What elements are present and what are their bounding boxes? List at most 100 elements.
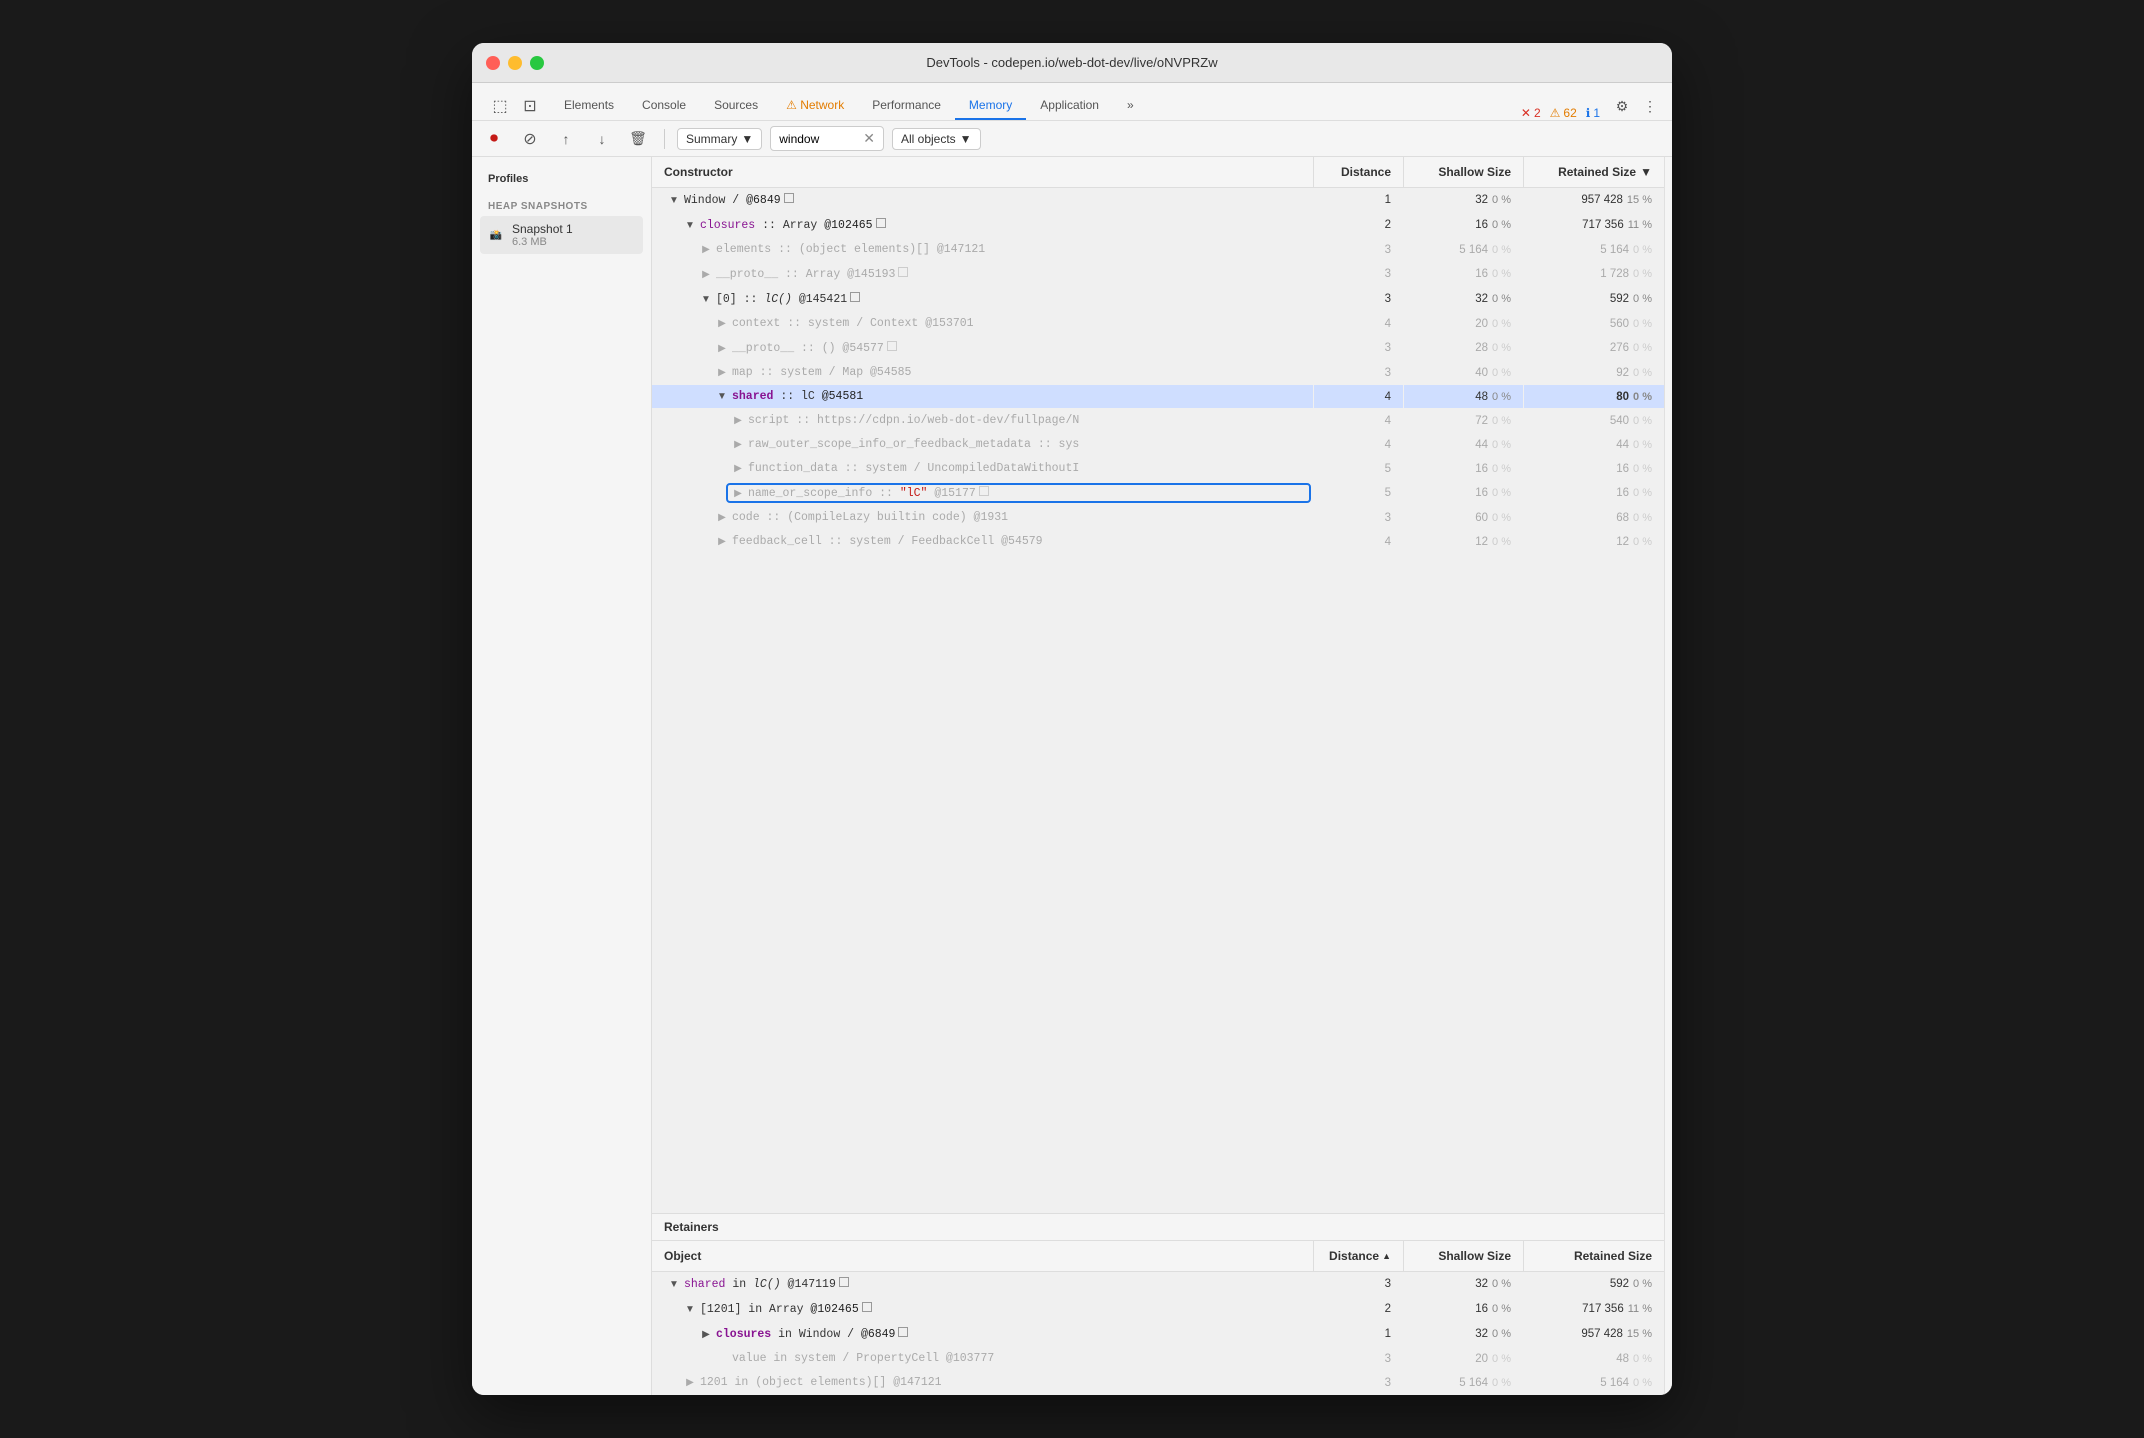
summary-dropdown[interactable]: Summary ▼: [677, 128, 762, 150]
expand-icon[interactable]: ▶: [732, 415, 744, 427]
expand-icon[interactable]: ▼: [668, 1278, 680, 1290]
td-distance: 4: [1314, 409, 1404, 432]
collect-garbage-button[interactable]: 🗑: [624, 125, 652, 153]
table-row-outlined[interactable]: ▶ name_or_scope_info :: "lC" @15177 5 16…: [652, 481, 1664, 506]
minimize-button[interactable]: [508, 56, 522, 70]
tab-application[interactable]: Application: [1026, 92, 1113, 120]
expand-icon[interactable]: ▼: [668, 194, 680, 206]
devtools-window: DevTools - codepen.io/web-dot-dev/live/o…: [472, 43, 1672, 1395]
main-panel: Constructor Distance Shallow Size Retain…: [652, 157, 1664, 1395]
heap-snapshots-title: HEAP SNAPSHOTS: [480, 197, 643, 216]
constructor-table-body[interactable]: ▼ Window / @6849 1 320 % 957 42815 %: [652, 188, 1664, 1213]
expand-icon[interactable]: ▶: [700, 268, 712, 280]
error-x-icon: ✕: [1521, 106, 1531, 120]
table-row[interactable]: ▶ code :: (CompileLazy builtin code) @19…: [652, 506, 1664, 530]
td-constructor: ▶ code :: (CompileLazy builtin code) @19…: [652, 506, 1314, 529]
td-shallow: 120 %: [1404, 530, 1524, 553]
table-row[interactable]: ▶ elements :: (object elements)[] @14712…: [652, 238, 1664, 262]
objects-label: All objects: [901, 132, 956, 146]
table-row[interactable]: ▶ context :: system / Context @153701 4 …: [652, 312, 1664, 336]
td-retained: 5920 %: [1524, 1272, 1664, 1296]
expand-icon[interactable]: ▶: [732, 463, 744, 475]
td-shallow: 440 %: [1404, 433, 1524, 456]
table-row[interactable]: ▼ closures :: Array @102465 2 160 % 717 …: [652, 213, 1664, 238]
clear-button[interactable]: ⊘: [516, 125, 544, 153]
table-row[interactable]: ▶ function_data :: system / UncompiledDa…: [652, 457, 1664, 481]
td-distance: 2: [1314, 213, 1404, 237]
objects-dropdown[interactable]: All objects ▼: [892, 128, 981, 150]
td-retained: 2760 %: [1524, 336, 1664, 360]
inspect-icon[interactable]: ⬚: [486, 92, 514, 120]
close-button[interactable]: [486, 56, 500, 70]
table-row[interactable]: ▶ raw_outer_scope_info_or_feedback_metad…: [652, 433, 1664, 457]
main-content: Profiles HEAP SNAPSHOTS 📸 Snapshot 1 6.3…: [472, 157, 1672, 1395]
expand-icon[interactable]: ▶: [684, 1377, 696, 1389]
box-icon: [979, 486, 989, 496]
filter-input[interactable]: [779, 132, 859, 146]
load-button[interactable]: ↓: [588, 125, 616, 153]
maximize-button[interactable]: [530, 56, 544, 70]
table-row[interactable]: ▶ __proto__ :: Array @145193 3 160 % 1 7…: [652, 262, 1664, 287]
td-object: ▼ shared in lC() @147119: [652, 1272, 1314, 1296]
tab-memory[interactable]: Memory: [955, 92, 1026, 120]
td-distance: 4: [1314, 433, 1404, 456]
tab-sources[interactable]: Sources: [700, 92, 772, 120]
expand-icon[interactable]: ▶: [716, 512, 728, 524]
th-distance: Distance: [1314, 157, 1404, 187]
table-row[interactable]: ▶ script :: https://cdpn.io/web-dot-dev/…: [652, 409, 1664, 433]
table-row[interactable]: ▼ Window / @6849 1 320 % 957 42815 %: [652, 188, 1664, 213]
td-constructor: ▶ function_data :: system / UncompiledDa…: [652, 457, 1314, 480]
td-shallow: 320 %: [1404, 188, 1524, 212]
tab-network[interactable]: ⚠ Network: [772, 92, 858, 120]
expand-icon[interactable]: ▶: [716, 367, 728, 379]
table-row[interactable]: ▶ closures in Window / @6849 1 320 % 957…: [652, 1322, 1664, 1347]
td-constructor: ▶ map :: system / Map @54585: [652, 361, 1314, 384]
tab-elements[interactable]: Elements: [550, 92, 628, 120]
scrollbar[interactable]: [1664, 157, 1672, 1395]
device-icon[interactable]: ⊡: [516, 92, 544, 120]
expand-icon[interactable]: ▶: [732, 487, 744, 499]
td-distance: 3: [1314, 238, 1404, 261]
expand-icon[interactable]: ▶: [716, 318, 728, 330]
settings-icon[interactable]: ⚙: [1608, 92, 1636, 120]
tab-console[interactable]: Console: [628, 92, 700, 120]
snapshot1-label: Snapshot 1: [512, 222, 573, 236]
expand-icon[interactable]: ▼: [684, 219, 696, 231]
table-row[interactable]: ▶ feedback_cell :: system / FeedbackCell…: [652, 530, 1664, 554]
snapshot1-item[interactable]: 📸 Snapshot 1 6.3 MB: [480, 216, 643, 254]
td-distance: 1: [1314, 188, 1404, 212]
titlebar: DevTools - codepen.io/web-dot-dev/live/o…: [472, 43, 1672, 83]
retainers-table-body[interactable]: ▼ shared in lC() @147119 3 320 % 5920 %: [652, 1272, 1664, 1395]
take-snapshot-button[interactable]: ↑: [552, 125, 580, 153]
td-distance: 3: [1314, 506, 1404, 529]
td-retained: 5400 %: [1524, 409, 1664, 432]
expand-icon[interactable]: ▼: [700, 293, 712, 305]
table-row[interactable]: ▼ [0] :: lC() @145421 3 320 % 5920 %: [652, 287, 1664, 312]
record-button[interactable]: ⏺: [480, 125, 508, 153]
expand-icon[interactable]: ▶: [700, 244, 712, 256]
sort-icon: ▼: [1640, 165, 1652, 179]
td-shallow: 280 %: [1404, 336, 1524, 360]
objects-arrow: ▼: [960, 132, 972, 146]
expand-icon[interactable]: ▶: [716, 536, 728, 548]
filter-clear-button[interactable]: ✕: [863, 130, 875, 147]
expand-icon[interactable]: ▶: [700, 1328, 712, 1340]
tab-performance[interactable]: Performance: [858, 92, 955, 120]
table-row[interactable]: ▼ shared in lC() @147119 3 320 % 5920 %: [652, 1272, 1664, 1297]
table-row[interactable]: ▶ 1201 in (object elements)[] @147121 3 …: [652, 1371, 1664, 1395]
filter-container[interactable]: ✕: [770, 126, 884, 151]
table-row[interactable]: ▶ map :: system / Map @54585 3 400 % 920…: [652, 361, 1664, 385]
more-menu-icon[interactable]: ⋮: [1636, 92, 1664, 120]
table-row[interactable]: ▼ [1201] in Array @102465 2 160 % 717 35…: [652, 1297, 1664, 1322]
expand-icon[interactable]: ▼: [684, 1303, 696, 1315]
td-distance: 3: [1314, 262, 1404, 286]
retainers-section: Retainers Object Distance▲ Shallow Size …: [652, 1213, 1664, 1395]
table-row[interactable]: ▶ value in system / PropertyCell @103777…: [652, 1347, 1664, 1371]
expand-icon[interactable]: ▼: [716, 391, 728, 403]
expand-icon[interactable]: ▶: [732, 439, 744, 451]
tab-more[interactable]: »: [1113, 92, 1148, 120]
td-shallow: 400 %: [1404, 361, 1524, 384]
expand-icon[interactable]: ▶: [716, 342, 728, 354]
table-row-selected[interactable]: ▼ shared :: lC @54581 4 480 % 800 %: [652, 385, 1664, 409]
table-row[interactable]: ▶ __proto__ :: () @54577 3 280 % 2760 %: [652, 336, 1664, 361]
